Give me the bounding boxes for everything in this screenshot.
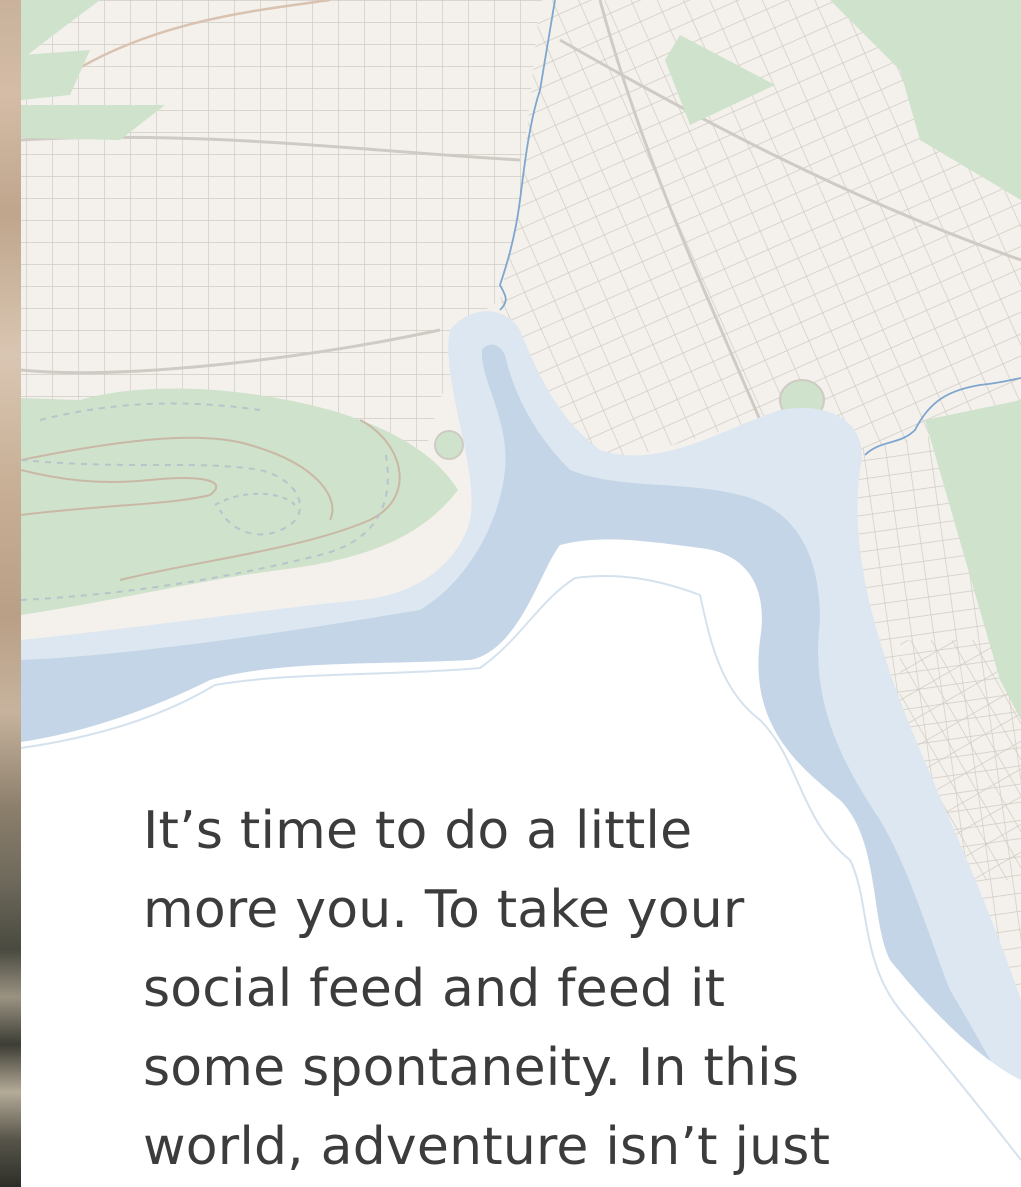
intro-line-4: some spontaneity. In this: [143, 1038, 800, 1098]
photo-edge-strip: [0, 0, 21, 1187]
intro-line-1: It’s time to do a little: [143, 801, 693, 861]
intro-line-2: more you. To take your: [143, 880, 745, 940]
park-round-west: [434, 430, 464, 460]
intro-line-3: social feed and feed it: [143, 959, 726, 1019]
intro-line-5: world, adventure isn’t just: [143, 1117, 831, 1177]
intro-paragraph: It’s time to do a little more you. To ta…: [143, 792, 903, 1187]
